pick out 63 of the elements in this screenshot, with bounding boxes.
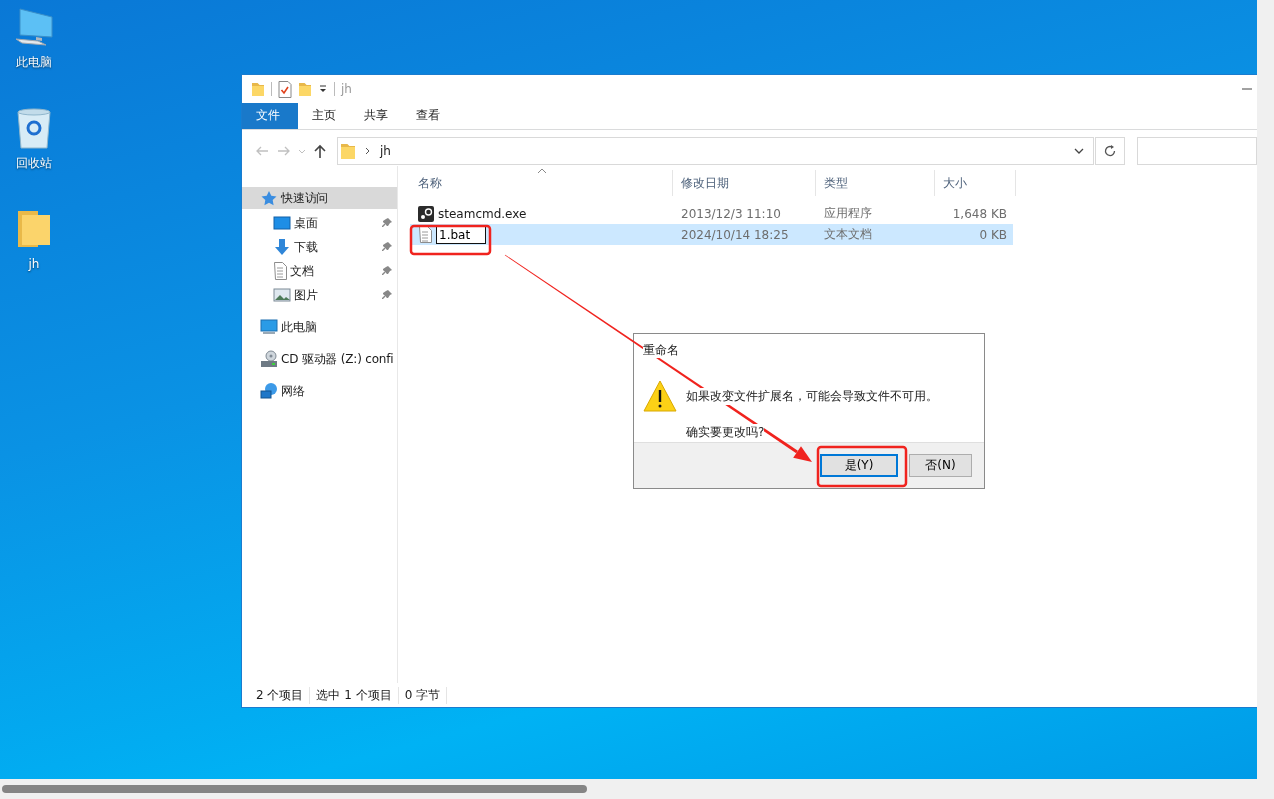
properties-icon xyxy=(278,80,292,98)
document-icon xyxy=(273,262,287,280)
chevron-down-icon xyxy=(298,148,306,154)
ribbon-tab[interactable]: 查看 xyxy=(402,103,454,129)
folder-icon xyxy=(251,81,265,97)
computer-icon xyxy=(260,319,278,335)
file-row[interactable]: steamcmd.exe 2013/12/3 11:10 应用程序 1,648 KB xyxy=(410,203,1013,224)
ribbon-tab[interactable]: 共享 xyxy=(350,103,402,129)
network-icon xyxy=(260,382,278,400)
status-text: 2 个项目 xyxy=(250,686,311,704)
nav-item[interactable]: 网络 xyxy=(242,379,397,403)
drive-icon xyxy=(260,350,278,368)
picture-icon xyxy=(273,288,291,302)
scrollbar-thumb[interactable] xyxy=(2,785,587,793)
folder-icon xyxy=(340,142,356,160)
column-header[interactable]: 大小 xyxy=(935,170,1016,196)
file-size: 1,648 KB xyxy=(951,206,1008,221)
status-text: 选中 1 个项目 xyxy=(310,686,399,704)
dialog-title: 重命名 xyxy=(643,342,679,358)
file-row[interactable]: 1.bat 2024/10/14 18:25 文本文档 0 KB xyxy=(410,224,1013,245)
column-header[interactable]: 修改日期 xyxy=(673,170,816,196)
path-segment[interactable]: jh xyxy=(380,144,391,158)
nav-item[interactable]: 快速访问 xyxy=(242,187,397,209)
nav-item[interactable]: 下载 xyxy=(242,235,397,259)
app-icon xyxy=(418,205,434,222)
nav-item[interactable]: 文档 xyxy=(242,259,397,283)
chevron-right-icon xyxy=(364,146,372,156)
nav-item[interactable]: 桌面 xyxy=(242,211,397,235)
file-type: 文本文档 xyxy=(823,226,873,243)
icon-label[interactable]: 回收站 xyxy=(16,155,52,171)
refresh-button[interactable] xyxy=(1095,137,1125,165)
ribbon-tab[interactable]: 主页 xyxy=(298,103,350,129)
file-type: 应用程序 xyxy=(823,205,873,222)
scrollbar[interactable] xyxy=(1257,0,1274,780)
nav-item[interactable]: 此电脑 xyxy=(242,315,397,339)
column-header[interactable]: 类型 xyxy=(816,170,935,196)
nav-item[interactable]: CD 驱动器 (Z:) confi xyxy=(242,347,397,371)
desktop-icon xyxy=(273,216,291,230)
address-bar[interactable]: jh xyxy=(337,137,1094,165)
dialog-button[interactable]: 否(N) xyxy=(909,454,972,477)
scrollbar[interactable] xyxy=(0,779,1274,799)
up-icon xyxy=(312,143,328,159)
status-text: 0 字节 xyxy=(398,686,448,704)
nav-item[interactable]: 图片 xyxy=(242,283,397,307)
icon-label[interactable]: jh xyxy=(28,256,40,272)
file-size: 0 KB xyxy=(978,227,1008,242)
ribbon-tab[interactable]: 文件 xyxy=(242,103,298,129)
dialog-question: 确实要更改吗? xyxy=(686,424,765,441)
file-date: 2013/12/3 11:10 xyxy=(680,206,782,221)
download-icon xyxy=(273,238,291,256)
file-name: steamcmd.exe xyxy=(438,206,527,221)
warning-icon xyxy=(643,380,677,412)
sort-icon xyxy=(537,168,547,174)
dialog-button[interactable]: 是(Y) xyxy=(820,454,898,477)
file-date: 2024/10/14 18:25 xyxy=(680,227,790,242)
refresh-icon xyxy=(1103,144,1117,158)
icon-label[interactable]: 此电脑 xyxy=(16,54,52,70)
search-field[interactable] xyxy=(1137,137,1257,165)
star-icon xyxy=(260,190,278,206)
window-title: jh xyxy=(341,82,352,96)
folder-icon xyxy=(298,81,312,97)
dropdown-icon xyxy=(318,84,328,94)
column-header[interactable]: 名称 xyxy=(410,170,673,196)
